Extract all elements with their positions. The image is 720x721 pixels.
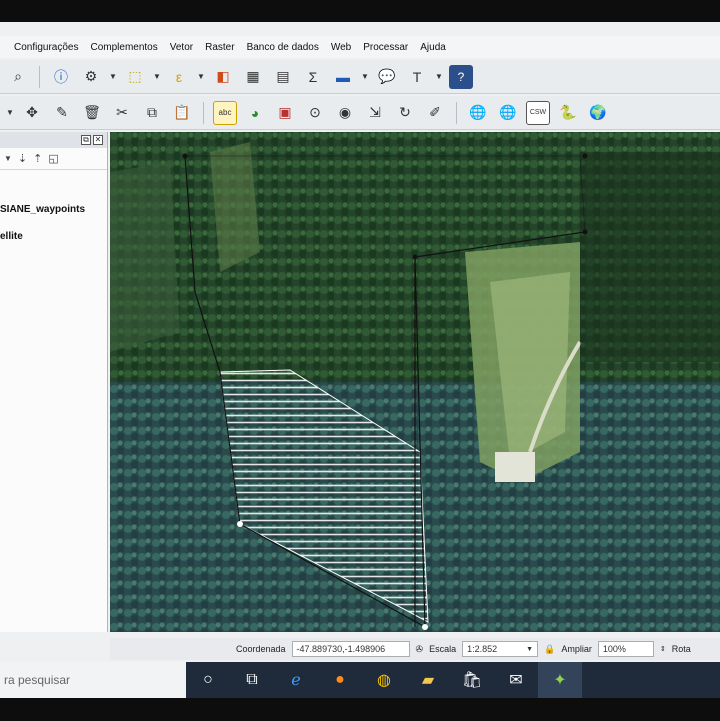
layer-item-waypoints[interactable]: SIANE_waypoints xyxy=(0,204,107,231)
rotate-label-icon[interactable]: ↻ xyxy=(393,101,417,125)
help-icon[interactable]: ? xyxy=(449,64,473,89)
coordinate-label: Coordenada xyxy=(236,644,286,654)
node-tool-icon[interactable]: ✎ xyxy=(50,101,74,125)
chevron-down-icon[interactable]: ▼ xyxy=(109,72,117,81)
show-hide-labels-icon[interactable]: ◉ xyxy=(333,101,357,125)
python-console-icon[interactable]: 🐍 xyxy=(556,101,580,125)
text-annotation-icon[interactable]: T xyxy=(405,65,429,89)
float-panel-icon[interactable]: ⧉ xyxy=(81,135,91,145)
layer-tree: SIANE_waypoints ellite xyxy=(0,170,107,258)
filter-icon[interactable]: ⇣ xyxy=(18,152,27,165)
csw-icon[interactable]: CSW xyxy=(526,100,550,125)
magnifier-field[interactable]: 100% xyxy=(597,641,654,657)
layers-toolbar: ▼ ⇣ ⇡ ◱ xyxy=(0,148,107,170)
chrome-icon[interactable]: ◍ xyxy=(362,662,406,698)
toggle-extents-icon[interactable]: ✇ xyxy=(416,644,424,655)
toolbar-separator xyxy=(39,65,40,88)
field-calculator-icon[interactable]: ▤ xyxy=(271,65,295,89)
toolbar-separator xyxy=(456,101,457,124)
satellite-imagery xyxy=(110,132,720,632)
task-view-icon[interactable]: ⧉ xyxy=(230,662,274,698)
qgis-window: Configurações Complementos Vetor Raster … xyxy=(0,22,720,698)
deselect-icon[interactable]: ◧ xyxy=(211,65,235,89)
change-label-icon[interactable]: ✐ xyxy=(423,101,447,125)
pin-labels-icon[interactable]: ▣ xyxy=(273,101,297,125)
chevron-down-icon[interactable]: ▼ xyxy=(6,108,14,117)
globe-icon[interactable]: 🌍 xyxy=(586,101,610,125)
close-icon[interactable]: ✕ xyxy=(93,135,103,145)
menu-configuracoes[interactable]: Configurações xyxy=(14,42,78,53)
diagram-icon[interactable]: ◕ xyxy=(243,101,267,125)
map-tips-icon[interactable]: 💬 xyxy=(375,65,399,89)
chevron-down-icon[interactable]: ▼ xyxy=(435,72,443,81)
scale-label: Escala xyxy=(429,644,457,654)
firefox-icon[interactable]: ● xyxy=(318,662,362,698)
cortana-icon[interactable]: ○ xyxy=(186,662,230,698)
chevron-down-icon: ▼ xyxy=(526,645,534,653)
menu-vetor[interactable]: Vetor xyxy=(170,42,193,53)
add-wfs-layer-icon[interactable]: 🌐 xyxy=(496,101,520,125)
select-by-expression-icon[interactable]: ε xyxy=(167,65,191,89)
cut-icon[interactable]: ✂ xyxy=(110,101,134,125)
label-toolbar-icon[interactable]: abc xyxy=(213,100,237,125)
move-label-icon[interactable]: ⇲ xyxy=(363,101,387,125)
delete-selected-icon[interactable]: 🗑 xyxy=(80,101,104,125)
panel-header: ⧉ ✕ xyxy=(0,132,107,148)
attributes-toolbar: ⌕ ⓘ ⚙ ▼ ⬚ ▼ ε ▼ ◧ ▦ ▤ Σ ▬ ▼ 💬 T ▼ ? xyxy=(0,60,720,94)
copy-icon[interactable]: ⧉ xyxy=(140,101,164,125)
select-features-icon[interactable]: ⬚ xyxy=(123,65,147,89)
move-feature-icon[interactable]: ✥ xyxy=(20,101,44,125)
remove-layer-icon[interactable]: ◱ xyxy=(48,152,58,165)
chevron-down-icon[interactable]: ▼ xyxy=(153,72,161,81)
menu-web[interactable]: Web xyxy=(331,42,351,53)
add-wms-layer-icon[interactable]: 🌐 xyxy=(466,101,490,125)
expand-all-icon[interactable]: ⇡ xyxy=(33,152,42,165)
layers-panel: ⧉ ✕ ▼ ⇣ ⇡ ◱ SIANE_waypoints ellite xyxy=(0,132,108,632)
run-feature-action-icon[interactable]: ⚙ xyxy=(79,65,103,89)
chevron-down-icon[interactable]: ▼ xyxy=(4,154,12,163)
store-icon[interactable]: 🛍 xyxy=(450,662,494,698)
measure-icon[interactable]: ▬ xyxy=(331,65,355,89)
mail-icon[interactable]: ✉ xyxy=(494,662,538,698)
coordinate-field[interactable]: -47.889730,-1.498906 xyxy=(291,641,410,657)
statistics-icon[interactable]: Σ xyxy=(301,65,325,89)
identify-icon[interactable]: ⓘ xyxy=(49,65,73,89)
scale-combo[interactable]: 1:2.852 ▼ xyxy=(462,641,539,657)
menu-ajuda[interactable]: Ajuda xyxy=(420,42,446,53)
zoom-select-icon[interactable]: ⌕ xyxy=(6,65,30,89)
digitizing-toolbar: ▼ ✥ ✎ 🗑 ✂ ⧉ 📋 abc ◕ ▣ ⊙ ◉ ⇲ ↻ ✐ 🌐 🌐 CSW … xyxy=(0,96,720,130)
menu-banco-de-dados[interactable]: Banco de dados xyxy=(247,42,319,53)
qgis-taskbar-icon[interactable]: ✦ xyxy=(538,662,582,698)
toolbar-separator xyxy=(203,101,204,124)
file-explorer-icon[interactable]: ▰ xyxy=(406,662,450,698)
chevron-down-icon[interactable]: ▼ xyxy=(197,72,205,81)
scale-value: 1:2.852 xyxy=(467,644,498,654)
rotation-label: Rota xyxy=(671,644,691,654)
paste-icon[interactable]: 📋 xyxy=(170,101,194,125)
menu-complementos[interactable]: Complementos xyxy=(90,42,157,53)
map-canvas[interactable] xyxy=(110,132,720,632)
chevron-down-icon[interactable]: ▼ xyxy=(361,72,369,81)
lock-scale-icon[interactable]: 🔒 xyxy=(544,644,555,655)
spin-arrows-icon[interactable]: ⇕ xyxy=(660,645,666,653)
highlight-labels-icon[interactable]: ⊙ xyxy=(303,101,327,125)
layer-item-satellite[interactable]: ellite xyxy=(0,231,107,258)
magnifier-label: Ampliar xyxy=(561,644,592,654)
menu-processar[interactable]: Processar xyxy=(363,42,408,53)
windows-taskbar: ra pesquisar ○ ⧉ ℯ ● ◍ ▰ 🛍 ✉ ✦ xyxy=(0,662,720,698)
taskbar-search-box[interactable]: ra pesquisar xyxy=(0,662,186,698)
attribute-table-icon[interactable]: ▦ xyxy=(241,65,265,89)
menu-raster[interactable]: Raster xyxy=(205,42,234,53)
status-bar: Coordenada -47.889730,-1.498906 ✇ Escala… xyxy=(110,638,720,660)
menu-bar: Configurações Complementos Vetor Raster … xyxy=(0,36,720,58)
edge-icon[interactable]: ℯ xyxy=(274,662,318,698)
